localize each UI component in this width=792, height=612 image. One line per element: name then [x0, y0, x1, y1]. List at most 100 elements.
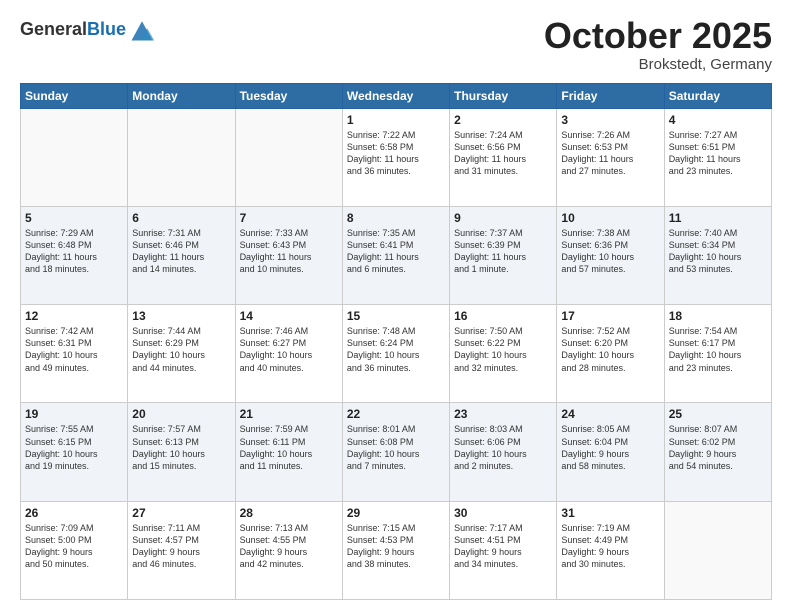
day-number: 14: [240, 309, 338, 323]
calendar-cell: [128, 108, 235, 206]
day-info: Sunrise: 7:33 AM Sunset: 6:43 PM Dayligh…: [240, 227, 338, 276]
header: GeneralBlue October 2025 Brokstedt, Germ…: [20, 16, 772, 73]
logo: GeneralBlue: [20, 16, 156, 44]
day-info: Sunrise: 7:42 AM Sunset: 6:31 PM Dayligh…: [25, 325, 123, 374]
calendar-cell: 12 Sunrise: 7:42 AM Sunset: 6:31 PM Dayli…: [21, 305, 128, 403]
day-number: 3: [561, 113, 659, 127]
day-number: 1: [347, 113, 445, 127]
calendar-cell: 29 Sunrise: 7:15 AM Sunset: 4:53 PM Dayli…: [342, 501, 449, 599]
calendar-cell: 27Sunrise: 7:11 AM Sunset: 4:57 PM Dayli…: [128, 501, 235, 599]
calendar-cell: 2 Sunrise: 7:24 AM Sunset: 6:56 PM Daylig…: [450, 108, 557, 206]
day-info: Sunrise: 8:01 AM Sunset: 6:08 PM Dayligh…: [347, 423, 445, 472]
day-info: Sunrise: 7:44 AM Sunset: 6:29 PM Dayligh…: [132, 325, 230, 374]
day-number: 16: [454, 309, 552, 323]
header-sunday: Sunday: [21, 83, 128, 108]
day-info: Sunrise: 7:35 AM Sunset: 6:41 PM Dayligh…: [347, 227, 445, 276]
day-info: Sunrise: 7:46 AM Sunset: 6:27 PM Dayligh…: [240, 325, 338, 374]
calendar-cell: [235, 108, 342, 206]
day-info: Sunrise: 7:52 AM Sunset: 6:20 PM Dayligh…: [561, 325, 659, 374]
calendar-cell: 22Sunrise: 8:01 AM Sunset: 6:08 PM Dayli…: [342, 403, 449, 501]
day-info: Sunrise: 7:19 AM Sunset: 4:49 PM Dayligh…: [561, 522, 659, 571]
day-number: 6: [132, 211, 230, 225]
calendar-cell: 3 Sunrise: 7:26 AM Sunset: 6:53 PM Daylig…: [557, 108, 664, 206]
day-info: Sunrise: 7:26 AM Sunset: 6:53 PM Dayligh…: [561, 129, 659, 178]
day-number: 29: [347, 506, 445, 520]
header-friday: Friday: [557, 83, 664, 108]
calendar-week-3: 12 Sunrise: 7:42 AM Sunset: 6:31 PM Dayli…: [21, 305, 772, 403]
day-info: Sunrise: 7:37 AM Sunset: 6:39 PM Dayligh…: [454, 227, 552, 276]
day-info: Sunrise: 7:55 AM Sunset: 6:15 PM Dayligh…: [25, 423, 123, 472]
day-number: 12: [25, 309, 123, 323]
calendar-cell: [21, 108, 128, 206]
day-number: 8: [347, 211, 445, 225]
header-tuesday: Tuesday: [235, 83, 342, 108]
calendar-cell: 26 Sunrise: 7:09 AM Sunset: 5:00 PM Dayli…: [21, 501, 128, 599]
logo-icon: [128, 16, 156, 44]
calendar-cell: 17 Sunrise: 7:52 AM Sunset: 6:20 PM Dayli…: [557, 305, 664, 403]
calendar-cell: 28 Sunrise: 7:13 AM Sunset: 4:55 PM Dayli…: [235, 501, 342, 599]
calendar-cell: 25 Sunrise: 8:07 AM Sunset: 6:02 PM Dayli…: [664, 403, 771, 501]
day-number: 26: [25, 506, 123, 520]
day-info: Sunrise: 7:27 AM Sunset: 6:51 PM Dayligh…: [669, 129, 767, 178]
calendar-cell: 8 Sunrise: 7:35 AM Sunset: 6:41 PM Daylig…: [342, 206, 449, 304]
day-info: Sunrise: 7:09 AM Sunset: 5:00 PM Dayligh…: [25, 522, 123, 571]
day-number: 25: [669, 407, 767, 421]
day-number: 13: [132, 309, 230, 323]
calendar-cell: 10 Sunrise: 7:38 AM Sunset: 6:36 PM Dayli…: [557, 206, 664, 304]
day-info: Sunrise: 7:57 AM Sunset: 6:13 PM Dayligh…: [132, 423, 230, 472]
day-info: Sunrise: 7:29 AM Sunset: 6:48 PM Dayligh…: [25, 227, 123, 276]
day-info: Sunrise: 8:07 AM Sunset: 6:02 PM Dayligh…: [669, 423, 767, 472]
day-info: Sunrise: 8:05 AM Sunset: 6:04 PM Dayligh…: [561, 423, 659, 472]
day-info: Sunrise: 7:15 AM Sunset: 4:53 PM Dayligh…: [347, 522, 445, 571]
calendar-cell: 30 Sunrise: 7:17 AM Sunset: 4:51 PM Dayli…: [450, 501, 557, 599]
day-info: Sunrise: 7:22 AM Sunset: 6:58 PM Dayligh…: [347, 129, 445, 178]
calendar-cell: 7Sunrise: 7:33 AM Sunset: 6:43 PM Daylig…: [235, 206, 342, 304]
calendar-cell: 23Sunrise: 8:03 AM Sunset: 6:06 PM Dayli…: [450, 403, 557, 501]
day-number: 4: [669, 113, 767, 127]
calendar-cell: 15 Sunrise: 7:48 AM Sunset: 6:24 PM Dayli…: [342, 305, 449, 403]
calendar-cell: 4 Sunrise: 7:27 AM Sunset: 6:51 PM Daylig…: [664, 108, 771, 206]
calendar-cell: 19Sunrise: 7:55 AM Sunset: 6:15 PM Dayli…: [21, 403, 128, 501]
day-number: 10: [561, 211, 659, 225]
logo-general: GeneralBlue: [20, 20, 126, 40]
day-number: 2: [454, 113, 552, 127]
day-info: Sunrise: 7:17 AM Sunset: 4:51 PM Dayligh…: [454, 522, 552, 571]
day-number: 18: [669, 309, 767, 323]
day-info: Sunrise: 7:50 AM Sunset: 6:22 PM Dayligh…: [454, 325, 552, 374]
calendar-cell: 6 Sunrise: 7:31 AM Sunset: 6:46 PM Daylig…: [128, 206, 235, 304]
page: GeneralBlue October 2025 Brokstedt, Germ…: [0, 0, 792, 612]
month-title: October 2025: [544, 16, 772, 56]
day-number: 15: [347, 309, 445, 323]
calendar-week-5: 26 Sunrise: 7:09 AM Sunset: 5:00 PM Dayli…: [21, 501, 772, 599]
day-number: 24: [561, 407, 659, 421]
calendar-cell: 18 Sunrise: 7:54 AM Sunset: 6:17 PM Dayli…: [664, 305, 771, 403]
calendar-cell: 21Sunrise: 7:59 AM Sunset: 6:11 PM Dayli…: [235, 403, 342, 501]
weekday-header-row: Sunday Monday Tuesday Wednesday Thursday…: [21, 83, 772, 108]
day-number: 28: [240, 506, 338, 520]
day-number: 21: [240, 407, 338, 421]
day-number: 30: [454, 506, 552, 520]
day-number: 20: [132, 407, 230, 421]
calendar-cell: 1 Sunrise: 7:22 AM Sunset: 6:58 PM Daylig…: [342, 108, 449, 206]
location: Brokstedt, Germany: [544, 56, 772, 73]
day-info: Sunrise: 7:11 AM Sunset: 4:57 PM Dayligh…: [132, 522, 230, 571]
header-thursday: Thursday: [450, 83, 557, 108]
calendar-cell: 11Sunrise: 7:40 AM Sunset: 6:34 PM Dayli…: [664, 206, 771, 304]
day-info: Sunrise: 7:24 AM Sunset: 6:56 PM Dayligh…: [454, 129, 552, 178]
day-info: Sunrise: 7:13 AM Sunset: 4:55 PM Dayligh…: [240, 522, 338, 571]
calendar-week-2: 5 Sunrise: 7:29 AM Sunset: 6:48 PM Daylig…: [21, 206, 772, 304]
day-number: 17: [561, 309, 659, 323]
day-number: 23: [454, 407, 552, 421]
day-info: Sunrise: 7:31 AM Sunset: 6:46 PM Dayligh…: [132, 227, 230, 276]
day-number: 5: [25, 211, 123, 225]
calendar-cell: 16 Sunrise: 7:50 AM Sunset: 6:22 PM Dayli…: [450, 305, 557, 403]
day-info: Sunrise: 7:38 AM Sunset: 6:36 PM Dayligh…: [561, 227, 659, 276]
calendar-week-4: 19Sunrise: 7:55 AM Sunset: 6:15 PM Dayli…: [21, 403, 772, 501]
calendar-cell: 14 Sunrise: 7:46 AM Sunset: 6:27 PM Dayli…: [235, 305, 342, 403]
header-saturday: Saturday: [664, 83, 771, 108]
day-info: Sunrise: 7:48 AM Sunset: 6:24 PM Dayligh…: [347, 325, 445, 374]
day-info: Sunrise: 7:54 AM Sunset: 6:17 PM Dayligh…: [669, 325, 767, 374]
day-number: 9: [454, 211, 552, 225]
header-monday: Monday: [128, 83, 235, 108]
title-block: October 2025 Brokstedt, Germany: [544, 16, 772, 73]
